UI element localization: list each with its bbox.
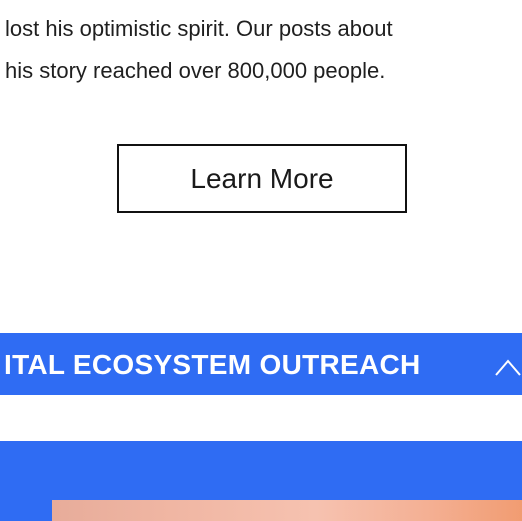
section-header[interactable]: ITAL ECOSYSTEM OUTREACH xyxy=(0,333,522,395)
story-paragraph: lost his optimistic spirit. Our posts ab… xyxy=(5,8,522,92)
story-line-1: lost his optimistic spirit. Our posts ab… xyxy=(5,16,393,41)
page: lost his optimistic spirit. Our posts ab… xyxy=(0,0,522,521)
section-title: ITAL ECOSYSTEM OUTREACH xyxy=(4,349,421,380)
hero-section xyxy=(0,441,522,521)
chevron-up-icon[interactable] xyxy=(493,351,522,381)
learn-more-button[interactable]: Learn More xyxy=(117,144,407,213)
hero-image xyxy=(52,500,522,521)
story-line-2: his story reached over 800,000 people. xyxy=(5,58,386,83)
